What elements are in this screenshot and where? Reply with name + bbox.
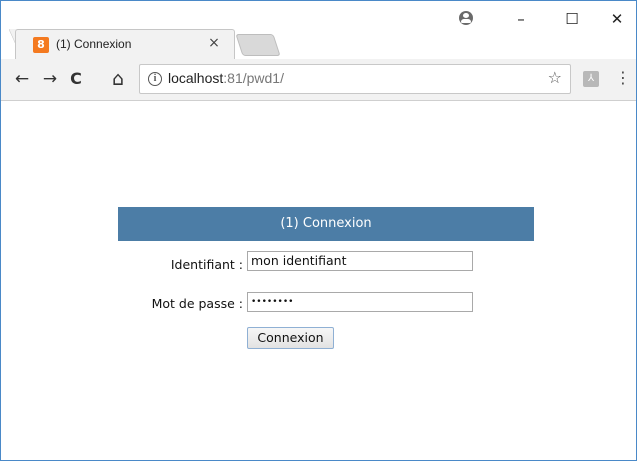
new-tab-button[interactable] xyxy=(235,34,281,56)
browser-window: 8 (1) Connexion × – ☐ ✕ ← → C ⌂ i localh… xyxy=(0,0,637,461)
tab-close-icon[interactable]: × xyxy=(206,35,222,51)
home-icon[interactable]: ⌂ xyxy=(107,69,129,89)
close-window-button[interactable]: ✕ xyxy=(607,11,627,27)
minimize-button[interactable]: – xyxy=(511,11,531,27)
bookmark-star-icon[interactable]: ☆ xyxy=(548,68,562,87)
username-input[interactable]: mon identifiant xyxy=(247,251,473,271)
password-input[interactable]: •••••••• xyxy=(247,292,473,312)
url-host: localhost xyxy=(168,70,224,86)
connexion-button[interactable]: Connexion xyxy=(247,327,334,349)
forward-arrow-icon[interactable]: → xyxy=(39,69,61,89)
password-label: Mot de passe : xyxy=(151,296,243,311)
login-panel-header: (1) Connexion xyxy=(118,207,534,241)
reload-icon[interactable]: C xyxy=(65,69,87,89)
title-bar: 8 (1) Connexion × – ☐ ✕ xyxy=(1,1,636,61)
pdf-extension-icon[interactable]: ⅄ xyxy=(583,71,599,87)
back-arrow-icon[interactable]: ← xyxy=(11,69,33,89)
username-label: Identifiant : xyxy=(170,257,243,272)
menu-kebab-icon[interactable]: ⋮ xyxy=(615,68,631,88)
maximize-button[interactable]: ☐ xyxy=(562,11,582,27)
xampp-favicon-icon: 8 xyxy=(33,37,49,53)
address-bar[interactable]: i localhost:81/pwd1/ ☆ xyxy=(139,64,571,94)
page-content: (1) Connexion Identifiant : mon identifi… xyxy=(1,101,636,460)
browser-toolbar: ← → C ⌂ i localhost:81/pwd1/ ☆ ⅄ ⋮ xyxy=(1,59,636,101)
tab-title: (1) Connexion xyxy=(56,37,132,51)
url-path: :81/pwd1/ xyxy=(223,70,284,86)
profile-icon[interactable] xyxy=(459,11,473,25)
url-text: localhost:81/pwd1/ xyxy=(168,70,284,86)
info-icon[interactable]: i xyxy=(148,72,162,86)
